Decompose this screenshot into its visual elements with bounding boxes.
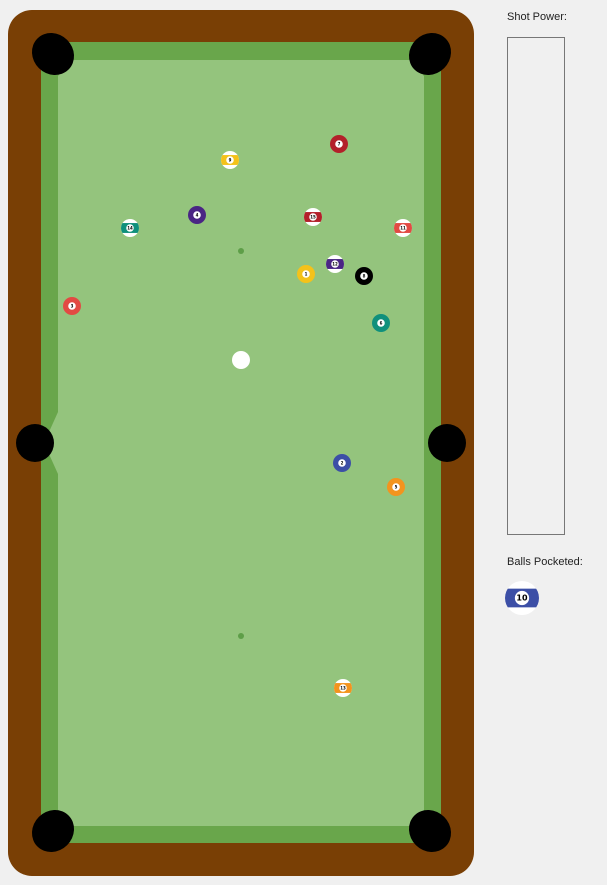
shot-power-meter[interactable] <box>507 37 565 535</box>
ball-number-label: 3 <box>71 304 74 309</box>
pocket-middle-right <box>428 424 466 462</box>
foot-spot <box>238 633 244 639</box>
ball-1: 1 <box>297 265 315 283</box>
pocketed-tray: 10 <box>505 581 539 615</box>
ball-number-label: 15 <box>310 215 316 220</box>
ball-13: 13 <box>334 679 352 697</box>
ball-number-label: 1 <box>305 272 308 277</box>
ball-number-label: 11 <box>400 226 406 231</box>
ball-2: 2 <box>333 454 351 472</box>
ball-9: 9 <box>221 151 239 169</box>
ball-number-label: 5 <box>395 485 398 490</box>
ball-number-label: 10 <box>516 594 528 603</box>
table-felt <box>44 60 424 826</box>
pocket-middle-left <box>16 424 54 462</box>
ball-number-label: 4 <box>196 213 199 218</box>
ball-number-label: 7 <box>338 142 341 147</box>
ball-15: 15 <box>304 208 322 226</box>
cue-ball[interactable] <box>232 351 250 369</box>
ball-12: 12 <box>326 255 344 273</box>
head-spot <box>238 248 244 254</box>
ball-10: 10 <box>505 581 539 615</box>
ball-5: 5 <box>387 478 405 496</box>
ball-number-label: 13 <box>340 686 346 691</box>
pool-table[interactable]: 1234567891112131415 <box>0 0 475 885</box>
ball-7: 7 <box>330 135 348 153</box>
ball-number-label: 8 <box>363 274 366 279</box>
ball-number-label: 2 <box>341 461 344 466</box>
ball-8: 8 <box>355 267 373 285</box>
ball-number-label: 6 <box>380 321 383 326</box>
ball-number-label: 12 <box>332 262 338 267</box>
ball-number-label: 14 <box>127 226 133 231</box>
ball-14: 14 <box>121 219 139 237</box>
ball-6: 6 <box>372 314 390 332</box>
shot-power-label: Shot Power: <box>507 11 567 23</box>
ball-11: 11 <box>394 219 412 237</box>
balls-pocketed-label: Balls Pocketed: <box>507 556 583 568</box>
ball-number-label: 9 <box>229 158 232 163</box>
ball-4: 4 <box>188 206 206 224</box>
ball-3: 3 <box>63 297 81 315</box>
